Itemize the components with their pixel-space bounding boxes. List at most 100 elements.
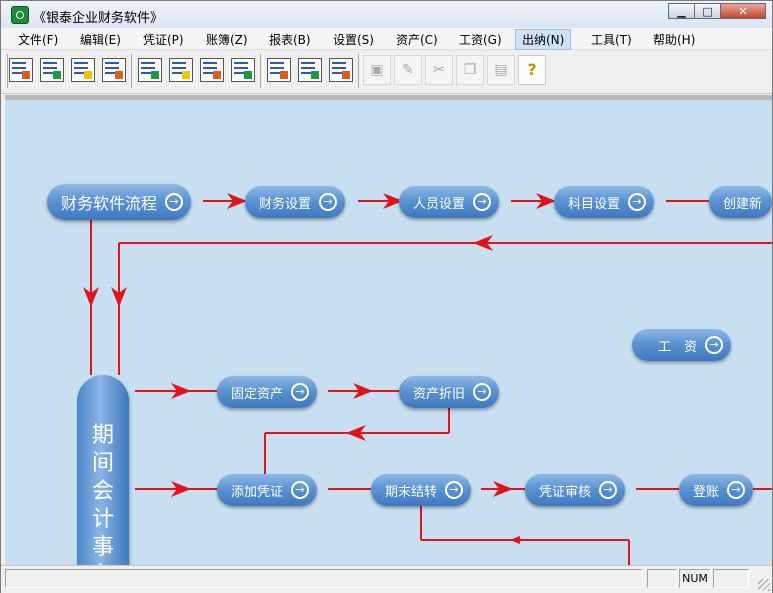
save-icon: ▣ xyxy=(370,62,384,78)
add-voucher-button[interactable]: 添加凭证 → xyxy=(217,474,318,506)
arrow-right-icon: → xyxy=(291,383,310,401)
ledger-icon xyxy=(138,58,162,82)
toolbar-paste-button[interactable]: ▤ xyxy=(487,55,515,85)
flow-canvas: 财务软件流程 → 财务设置 → 人员设置 → 科目设置 → 创建新 工 资 → … xyxy=(5,100,772,565)
window-icon xyxy=(298,58,322,82)
flow-start-button[interactable]: 财务软件流程 → xyxy=(47,184,192,220)
toolbar-edit-button[interactable]: ✎ xyxy=(394,55,422,85)
menu-file[interactable]: 文件(F) xyxy=(18,31,58,48)
add-voucher-label: 添加凭证 xyxy=(231,484,284,500)
toolbar-help-button[interactable]: ? xyxy=(518,55,546,85)
voucher-audit-button[interactable]: 凭证审核 → xyxy=(525,474,626,506)
paste-icon: ▤ xyxy=(494,62,508,78)
tools-icon xyxy=(267,58,291,82)
posting-button[interactable]: 登账 → xyxy=(679,474,754,506)
arrow-right-icon: → xyxy=(473,193,492,211)
maximize-button[interactable]: □ xyxy=(694,3,721,19)
pencil-icon: ✎ xyxy=(402,62,414,78)
account-setup-button[interactable]: 科目设置 → xyxy=(554,186,655,218)
status-bar: NUM xyxy=(1,565,772,593)
account-setup-label: 科目设置 xyxy=(568,196,621,212)
toolbar-account-book-button[interactable] xyxy=(167,55,195,85)
close-icon: ✕ xyxy=(738,4,748,18)
menu-edit[interactable]: 编辑(E) xyxy=(80,31,121,48)
menu-tools[interactable]: 工具(T) xyxy=(591,31,632,48)
menu-assets[interactable]: 资产(C) xyxy=(396,31,438,48)
title-bar: 《银泰企业财务软件》 ▁ □ ✕ xyxy=(1,1,772,29)
period-accounting-char: 务 xyxy=(77,557,129,565)
toolbar-posting-button[interactable] xyxy=(100,55,128,85)
arrow-right-icon: → xyxy=(445,481,464,499)
toolbar-separator xyxy=(131,54,135,88)
toolbar-window-button[interactable] xyxy=(296,55,324,85)
menu-salary[interactable]: 工资(G) xyxy=(459,31,502,48)
toolbar-copy-button[interactable]: ❐ xyxy=(456,55,484,85)
voucher-query-icon xyxy=(40,58,64,82)
salary-label: 工 资 xyxy=(658,339,698,355)
arrow-right-icon: → xyxy=(727,481,746,499)
fixed-assets-button[interactable]: 固定资产 → xyxy=(217,376,318,408)
scissors-icon: ✂ xyxy=(433,62,445,78)
toolbar-tools-button[interactable] xyxy=(265,55,293,85)
toolbar-ledger-button[interactable] xyxy=(136,55,164,85)
toolbar-voucher-audit-button[interactable] xyxy=(69,55,97,85)
toolbar: ▣ ✎ ✂ ❐ ▤ ? xyxy=(1,50,772,94)
arrow-right-icon: → xyxy=(291,481,310,499)
toolbar-voucher-query-button[interactable] xyxy=(38,55,66,85)
status-num-indicator: NUM xyxy=(679,569,711,588)
minimize-icon: ▁ xyxy=(677,4,686,18)
status-message-panel xyxy=(5,569,643,588)
toolbar-save-button[interactable]: ▣ xyxy=(363,55,391,85)
menu-cashier[interactable]: 出纳(N) xyxy=(515,29,572,50)
menu-bar: 文件(F) 编辑(E) 凭证(P) 账簿(Z) 报表(B) 设置(S) 资产(C… xyxy=(1,28,772,50)
finance-setup-button[interactable]: 财务设置 → xyxy=(245,186,346,218)
posting-icon xyxy=(102,58,126,82)
menu-ledger[interactable]: 账簿(Z) xyxy=(206,31,248,48)
period-accounting-button[interactable]: 期 间 会 计 事 务 xyxy=(77,375,129,565)
toolbar-exit-button[interactable] xyxy=(327,55,355,85)
menu-voucher[interactable]: 凭证(P) xyxy=(143,31,184,48)
close-button[interactable]: ✕ xyxy=(720,3,766,19)
arrow-right-icon: → xyxy=(473,383,492,401)
app-icon[interactable] xyxy=(11,6,29,24)
menu-settings[interactable]: 设置(S) xyxy=(333,31,374,48)
print-icon xyxy=(200,58,224,82)
depreciation-button[interactable]: 资产折旧 → xyxy=(399,376,500,408)
maximize-icon: □ xyxy=(702,4,713,18)
arrow-right-icon: → xyxy=(705,336,724,354)
staff-setup-label: 人员设置 xyxy=(413,196,466,212)
copy-icon: ❐ xyxy=(463,62,477,78)
fixed-assets-label: 固定资产 xyxy=(231,386,284,402)
create-new-button[interactable]: 创建新 xyxy=(709,186,772,218)
arrow-right-icon: → xyxy=(165,193,184,211)
flow-start-label: 财务软件流程 xyxy=(61,194,158,213)
toolbar-voucher-entry-button[interactable] xyxy=(7,55,35,85)
period-close-label: 期末结转 xyxy=(385,484,438,500)
period-close-button[interactable]: 期末结转 → xyxy=(371,474,472,506)
depreciation-label: 资产折旧 xyxy=(413,386,466,402)
toolbar-separator xyxy=(358,54,362,88)
caption-buttons: ▁ □ ✕ xyxy=(668,3,766,19)
create-new-label: 创建新 xyxy=(723,196,763,212)
exit-icon xyxy=(329,58,353,82)
toolbar-report-button[interactable] xyxy=(229,55,257,85)
voucher-audit-icon xyxy=(71,58,95,82)
posting-label: 登账 xyxy=(693,484,720,500)
salary-button[interactable]: 工 资 → xyxy=(632,329,732,361)
toolbar-separator xyxy=(260,54,264,88)
toolbar-print-button[interactable] xyxy=(198,55,226,85)
question-icon: ? xyxy=(527,60,537,79)
menu-report[interactable]: 报表(B) xyxy=(269,31,311,48)
arrow-right-icon: → xyxy=(319,193,338,211)
resize-grip[interactable] xyxy=(758,579,770,591)
toolbar-cut-button[interactable]: ✂ xyxy=(425,55,453,85)
status-scroll-panel xyxy=(713,569,749,588)
voucher-entry-icon xyxy=(9,58,33,82)
window-title: 《银泰企业财务软件》 xyxy=(33,11,164,26)
menu-help[interactable]: 帮助(H) xyxy=(653,31,695,48)
voucher-audit-label: 凭证审核 xyxy=(539,484,592,500)
arrow-right-icon: → xyxy=(599,481,618,499)
staff-setup-button[interactable]: 人员设置 → xyxy=(399,186,500,218)
status-caps-panel xyxy=(647,569,677,588)
minimize-button[interactable]: ▁ xyxy=(668,3,695,19)
